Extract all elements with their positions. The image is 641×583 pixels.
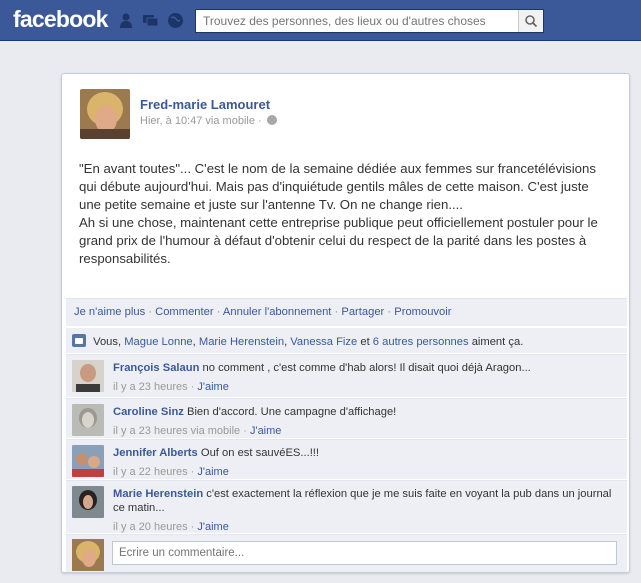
comment-input[interactable] (112, 541, 617, 565)
commenter-avatar[interactable] (72, 445, 104, 477)
own-avatar (72, 539, 104, 571)
post-author-name[interactable]: Fred-marie Lamouret (140, 97, 270, 112)
comment-time[interactable]: il y a 23 heures (113, 381, 188, 393)
liker-link[interactable]: Marie Herenstein (199, 336, 284, 348)
author-avatar[interactable] (80, 89, 130, 139)
comment: Jennifer Alberts Ouf on est sauvéES...!!… (66, 439, 627, 479)
post-actions: Je n'aime plus · Commenter · Annuler l'a… (66, 298, 627, 326)
post-card: Fred-marie Lamouret Hier, à 10:47 via mo… (61, 73, 630, 573)
comment-text: Ouf on est sauvéES...!!! (200, 447, 320, 459)
comment: Caroline Sinz Bien d'accord. Une campagn… (66, 398, 627, 438)
notifications-globe-icon[interactable] (167, 12, 184, 29)
commenter-name[interactable]: Caroline Sinz (113, 406, 184, 418)
search-icon (525, 15, 538, 28)
comment-time[interactable]: il y a 20 heures (113, 521, 188, 533)
liker-link[interactable]: Vanessa Fize (290, 336, 357, 348)
unlike-link[interactable]: Je n'aime plus (74, 306, 145, 318)
comment-link[interactable]: Commenter (155, 306, 213, 318)
commenter-name[interactable]: François Salaun (113, 362, 199, 374)
search-button[interactable] (518, 10, 543, 32)
comment: Marie Herenstein c'est exactement la réf… (66, 480, 627, 533)
commenter-name[interactable]: Marie Herenstein (113, 488, 203, 500)
search-box (195, 9, 544, 33)
commenter-avatar[interactable] (72, 486, 104, 518)
commenter-name[interactable]: Jennifer Alberts (113, 447, 198, 459)
unsubscribe-link[interactable]: Annuler l'abonnement (223, 306, 332, 318)
comment-like-link[interactable]: J'aime (250, 425, 281, 437)
post-text: "En avant toutes"... C'est le nom de la … (79, 161, 598, 266)
like-thumb-icon (72, 334, 86, 347)
commenter-avatar[interactable] (72, 360, 104, 392)
feedback-section: Je n'aime plus · Commenter · Annuler l'a… (66, 298, 627, 572)
write-comment-row (66, 534, 627, 572)
other-likers-link[interactable]: 6 autres personnes (373, 336, 469, 348)
post-meta: Hier, à 10:47 via mobile · (140, 115, 277, 127)
liker-link[interactable]: Mague Lonne (124, 336, 192, 348)
comment: François Salaun no comment , c'est comme… (66, 354, 627, 397)
likes-summary: Vous, Mague Lonne, Marie Herenstein, Van… (66, 327, 627, 353)
comment-like-link[interactable]: J'aime (197, 381, 228, 393)
promote-link[interactable]: Promouvoir (394, 306, 451, 318)
comment-time[interactable]: il y a 22 heures (113, 466, 188, 478)
post-timestamp[interactable]: Hier, à 10:47 via mobile · (140, 115, 262, 127)
comment-text: no comment , c'est comme d'hab alors! Il… (202, 362, 531, 374)
comment-text: Bien d'accord. Une campagne d'affichage! (186, 406, 397, 418)
messages-icon[interactable] (142, 12, 159, 29)
friend-requests-icon[interactable] (117, 12, 134, 29)
top-navigation-bar: facebook (0, 0, 641, 41)
privacy-globe-icon[interactable] (266, 115, 277, 125)
comment-like-link[interactable]: J'aime (197, 521, 228, 533)
comment-like-link[interactable]: J'aime (197, 466, 228, 478)
commenter-avatar[interactable] (72, 404, 104, 436)
share-link[interactable]: Partager (341, 306, 384, 318)
search-input[interactable] (196, 10, 518, 32)
facebook-logo[interactable]: facebook (13, 6, 108, 33)
comment-time[interactable]: il y a 23 heures via mobile (113, 425, 240, 437)
